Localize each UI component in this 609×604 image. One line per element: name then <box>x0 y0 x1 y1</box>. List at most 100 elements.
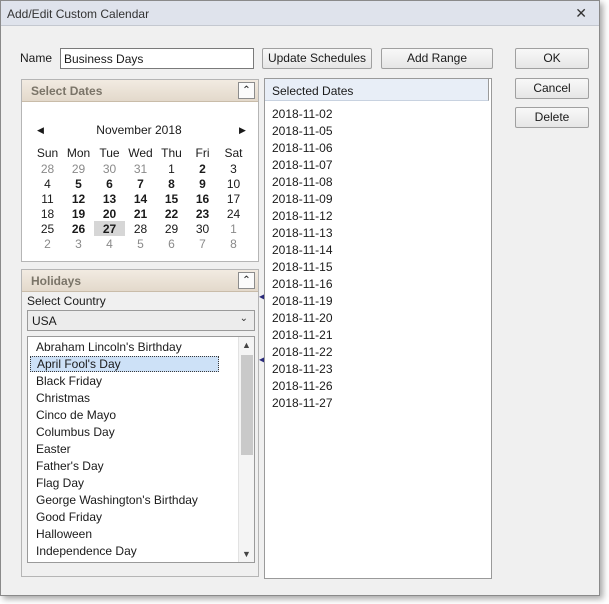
holiday-item[interactable]: George Washington's Birthday <box>30 493 198 509</box>
selected-date-item[interactable]: 2018-11-07 <box>272 158 333 172</box>
calendar-day[interactable]: 20 <box>94 206 125 221</box>
calendar-day[interactable]: 13 <box>94 191 125 206</box>
holiday-item[interactable]: Independence Day <box>30 544 137 560</box>
holiday-item[interactable]: Good Friday <box>30 510 102 526</box>
calendar-day[interactable]: 3 <box>63 236 94 251</box>
holidays-list[interactable]: Abraham Lincoln's Birthday April Fool's … <box>27 336 255 563</box>
calendar-day[interactable]: 28 <box>125 221 156 236</box>
calendar-day[interactable]: 21 <box>125 206 156 221</box>
selected-date-item[interactable]: 2018-11-05 <box>272 124 333 138</box>
holiday-item[interactable]: Halloween <box>30 527 92 543</box>
calendar-day[interactable]: 7 <box>125 176 156 191</box>
month-calendar[interactable]: ◀ November 2018 ▶ Sun Mon Tue Wed Thu Fr… <box>26 108 252 259</box>
calendar-day[interactable]: 6 <box>156 236 187 251</box>
holiday-item[interactable]: Abraham Lincoln's Birthday <box>30 340 182 356</box>
month-label: November 2018 <box>96 123 182 137</box>
collapse-select-dates-button[interactable]: ⌃ <box>238 82 255 99</box>
selected-date-item[interactable]: 2018-11-21 <box>272 328 333 342</box>
calendar-day[interactable]: 5 <box>125 236 156 251</box>
calendar-day[interactable]: 5 <box>63 176 94 191</box>
weekday-header: Mon <box>66 146 91 160</box>
holiday-item[interactable]: Father's Day <box>30 459 104 475</box>
close-icon[interactable]: ✕ <box>575 5 587 22</box>
calendar-day[interactable]: 2 <box>32 236 63 251</box>
calendar-day[interactable]: 8 <box>156 176 187 191</box>
ok-button[interactable]: OK <box>515 48 589 69</box>
calendar-day[interactable]: 11 <box>32 191 63 206</box>
calendar-day[interactable]: 10 <box>218 176 249 191</box>
calendar-day[interactable]: 1 <box>218 221 249 236</box>
holiday-item[interactable]: Christmas <box>30 391 90 407</box>
calendar-day[interactable]: 7 <box>187 236 218 251</box>
calendar-day[interactable]: 18 <box>32 206 63 221</box>
update-schedules-button[interactable]: Update Schedules <box>262 48 372 69</box>
calendar-day[interactable]: 30 <box>94 161 125 176</box>
holidays-scrollbar[interactable]: ▲ ▼ <box>238 337 254 562</box>
calendar-day[interactable]: 31 <box>125 161 156 176</box>
holiday-item[interactable]: Easter <box>30 442 71 458</box>
selected-date-item[interactable]: 2018-11-13 <box>272 226 333 240</box>
scroll-thumb[interactable] <box>241 355 253 455</box>
delete-button[interactable]: Delete <box>515 107 589 128</box>
calendar-day[interactable]: 17 <box>218 191 249 206</box>
country-select[interactable]: USA ⌄ <box>27 310 255 331</box>
name-label: Name <box>20 51 53 65</box>
selected-date-item[interactable]: 2018-11-20 <box>272 311 333 325</box>
calendar-day[interactable]: 4 <box>94 236 125 251</box>
calendar-day[interactable]: 22 <box>156 206 187 221</box>
calendar-day[interactable]: 19 <box>63 206 94 221</box>
chevron-up-icon: ⌃ <box>242 85 251 96</box>
calendar-day[interactable]: 25 <box>32 221 63 236</box>
select-dates-header: Select Dates ⌃ <box>22 80 258 102</box>
holiday-item[interactable]: Black Friday <box>30 374 102 390</box>
holiday-item-selected[interactable]: April Fool's Day <box>30 356 219 372</box>
calendar-day[interactable]: 1 <box>156 161 187 176</box>
calendar-day[interactable]: 8 <box>218 236 249 251</box>
selected-date-item[interactable]: 2018-11-06 <box>272 141 333 155</box>
collapse-holidays-button[interactable]: ⌃ <box>238 272 255 289</box>
selected-date-item[interactable]: 2018-11-26 <box>272 379 333 393</box>
holiday-item[interactable]: Flag Day <box>30 476 84 492</box>
calendar-day[interactable]: 26 <box>63 221 94 236</box>
calendar-day-today[interactable]: 27 <box>94 221 125 236</box>
calendar-day[interactable]: 12 <box>63 191 94 206</box>
selected-date-item[interactable]: 2018-11-19 <box>272 294 333 308</box>
calendar-day[interactable]: 28 <box>32 161 63 176</box>
scroll-down-icon[interactable]: ▼ <box>239 546 254 562</box>
calendar-grid: Sun Mon Tue Wed Thu Fri Sat 28 29 30 31 … <box>32 145 249 251</box>
add-range-button[interactable]: Add Range <box>381 48 493 69</box>
scroll-up-icon[interactable]: ▲ <box>239 337 254 353</box>
selected-date-item[interactable]: 2018-11-09 <box>272 192 333 206</box>
selected-date-item[interactable]: 2018-11-23 <box>272 362 333 376</box>
selected-date-item[interactable]: 2018-11-16 <box>272 277 333 291</box>
next-month-icon[interactable]: ▶ <box>239 125 246 136</box>
calendar-day[interactable]: 16 <box>187 191 218 206</box>
calendar-day[interactable]: 15 <box>156 191 187 206</box>
calendar-day[interactable]: 23 <box>187 206 218 221</box>
calendar-day[interactable]: 2 <box>187 161 218 176</box>
selected-date-item[interactable]: 2018-11-15 <box>272 260 333 274</box>
holiday-item[interactable]: Columbus Day <box>30 425 115 441</box>
name-input[interactable]: Business Days <box>60 48 254 69</box>
chevron-down-icon: ⌄ <box>239 313 248 324</box>
selected-date-item[interactable]: 2018-11-12 <box>272 209 333 223</box>
calendar-day[interactable]: 14 <box>125 191 156 206</box>
selected-date-item[interactable]: 2018-11-22 <box>272 345 333 359</box>
calendar-day[interactable]: 29 <box>156 221 187 236</box>
selected-date-item[interactable]: 2018-11-14 <box>272 243 333 257</box>
selected-date-item[interactable]: 2018-11-08 <box>272 175 333 189</box>
calendar-day[interactable]: 3 <box>218 161 249 176</box>
cancel-button[interactable]: Cancel <box>515 78 589 99</box>
selected-date-item[interactable]: 2018-11-02 <box>272 107 333 121</box>
holiday-item[interactable]: Cinco de Mayo <box>30 408 116 424</box>
calendar-day[interactable]: 30 <box>187 221 218 236</box>
selected-date-item[interactable]: 2018-11-27 <box>272 396 333 410</box>
calendar-day[interactable]: 4 <box>32 176 63 191</box>
selected-dates-list[interactable]: Selected Dates 2018-11-02 2018-11-05 201… <box>264 78 492 579</box>
holidays-title: Holidays <box>31 274 82 288</box>
calendar-day[interactable]: 9 <box>187 176 218 191</box>
calendar-day[interactable]: 6 <box>94 176 125 191</box>
weekday-header: Fri <box>195 146 210 160</box>
calendar-day[interactable]: 24 <box>218 206 249 221</box>
calendar-day[interactable]: 29 <box>63 161 94 176</box>
